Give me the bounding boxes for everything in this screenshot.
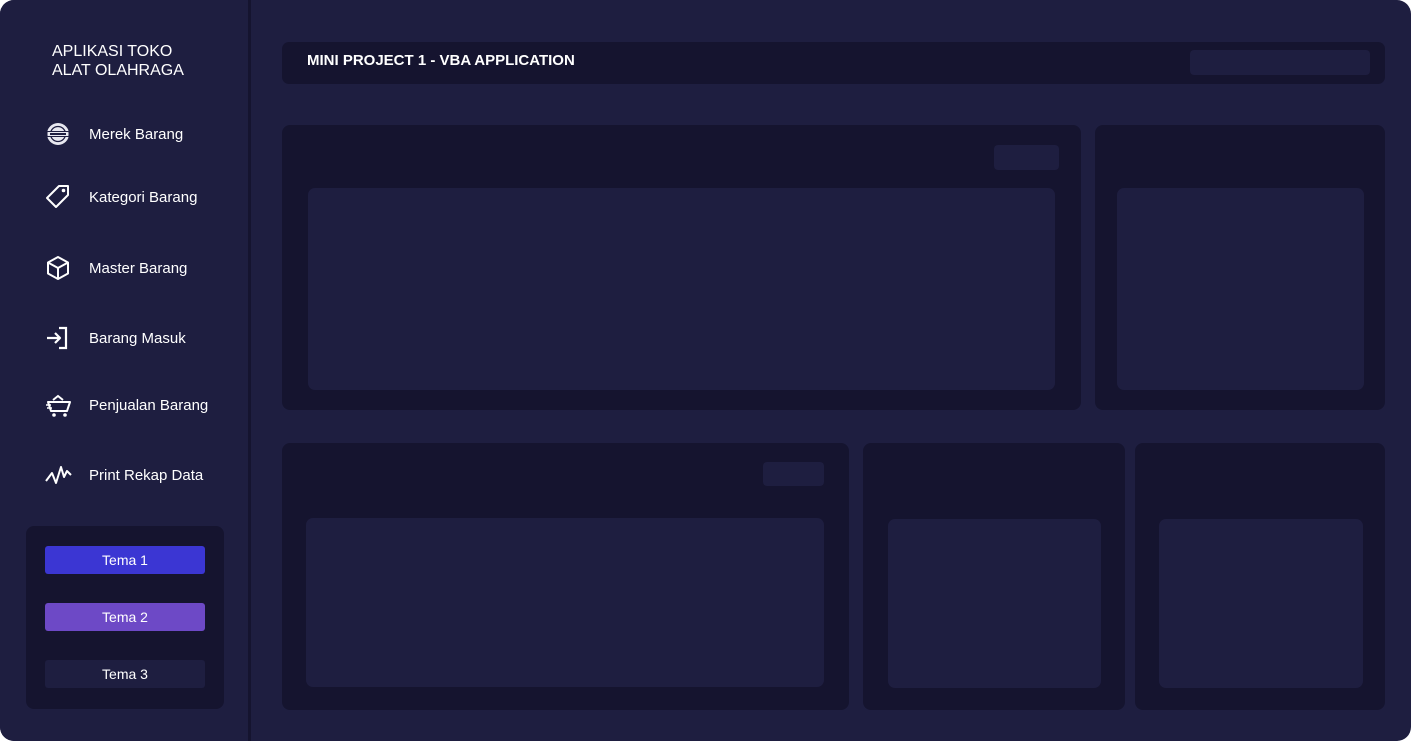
- nav-item-barang-masuk[interactable]: Barang Masuk: [43, 321, 233, 355]
- brand-badge-icon: [43, 119, 73, 149]
- page-title: MINI PROJECT 1 - VBA APPLICATION: [307, 52, 575, 69]
- box-icon: [43, 253, 73, 283]
- card-bottom-middle: [863, 443, 1125, 710]
- card-content: [308, 188, 1055, 390]
- nav-label: Barang Masuk: [89, 329, 186, 347]
- card-content: [306, 518, 824, 687]
- nav-item-penjualan-barang[interactable]: Penjualan Barang: [43, 388, 233, 422]
- activity-chart-icon: [43, 460, 73, 490]
- card-chip[interactable]: [763, 462, 824, 486]
- tag-icon: [43, 182, 73, 212]
- nav-item-merek-barang[interactable]: Merek Barang: [43, 117, 233, 151]
- sidebar: APLIKASI TOKO ALAT OLAHRAGA Merek Barang: [0, 0, 248, 741]
- nav-item-master-barang[interactable]: Master Barang: [43, 251, 233, 285]
- app-window: APLIKASI TOKO ALAT OLAHRAGA Merek Barang: [0, 0, 1411, 741]
- card-top-right: [1095, 125, 1385, 410]
- theme-panel: Tema 1 Tema 2 Tema 3: [26, 526, 224, 709]
- nav-item-print-rekap-data[interactable]: Print Rekap Data: [43, 458, 233, 492]
- card-bottom-right: [1135, 443, 1385, 710]
- theme-2-button[interactable]: Tema 2: [45, 603, 205, 631]
- card-bottom-left: [282, 443, 849, 710]
- card-chip[interactable]: [994, 145, 1059, 170]
- card-content: [1159, 519, 1363, 688]
- nav-label: Merek Barang: [89, 125, 184, 143]
- header-bar: MINI PROJECT 1 - VBA APPLICATION: [282, 42, 1385, 84]
- theme-1-button[interactable]: Tema 1: [45, 546, 205, 574]
- nav-label: Kategori Barang: [89, 188, 198, 206]
- card-content: [1117, 188, 1364, 390]
- card-content: [888, 519, 1101, 688]
- sign-in-icon: [43, 323, 73, 353]
- card-top-left: [282, 125, 1081, 410]
- app-title: APLIKASI TOKO ALAT OLAHRAGA: [52, 43, 184, 79]
- sidebar-divider: [248, 0, 251, 741]
- header-search-input[interactable]: [1190, 50, 1370, 75]
- nav-label: Print Rekap Data: [89, 466, 204, 484]
- nav-label: Master Barang: [89, 259, 188, 277]
- nav-label: Penjualan Barang: [89, 396, 209, 414]
- theme-3-button[interactable]: Tema 3: [45, 660, 205, 688]
- shopping-cart-icon: [43, 390, 73, 420]
- nav-item-kategori-barang[interactable]: Kategori Barang: [43, 180, 233, 214]
